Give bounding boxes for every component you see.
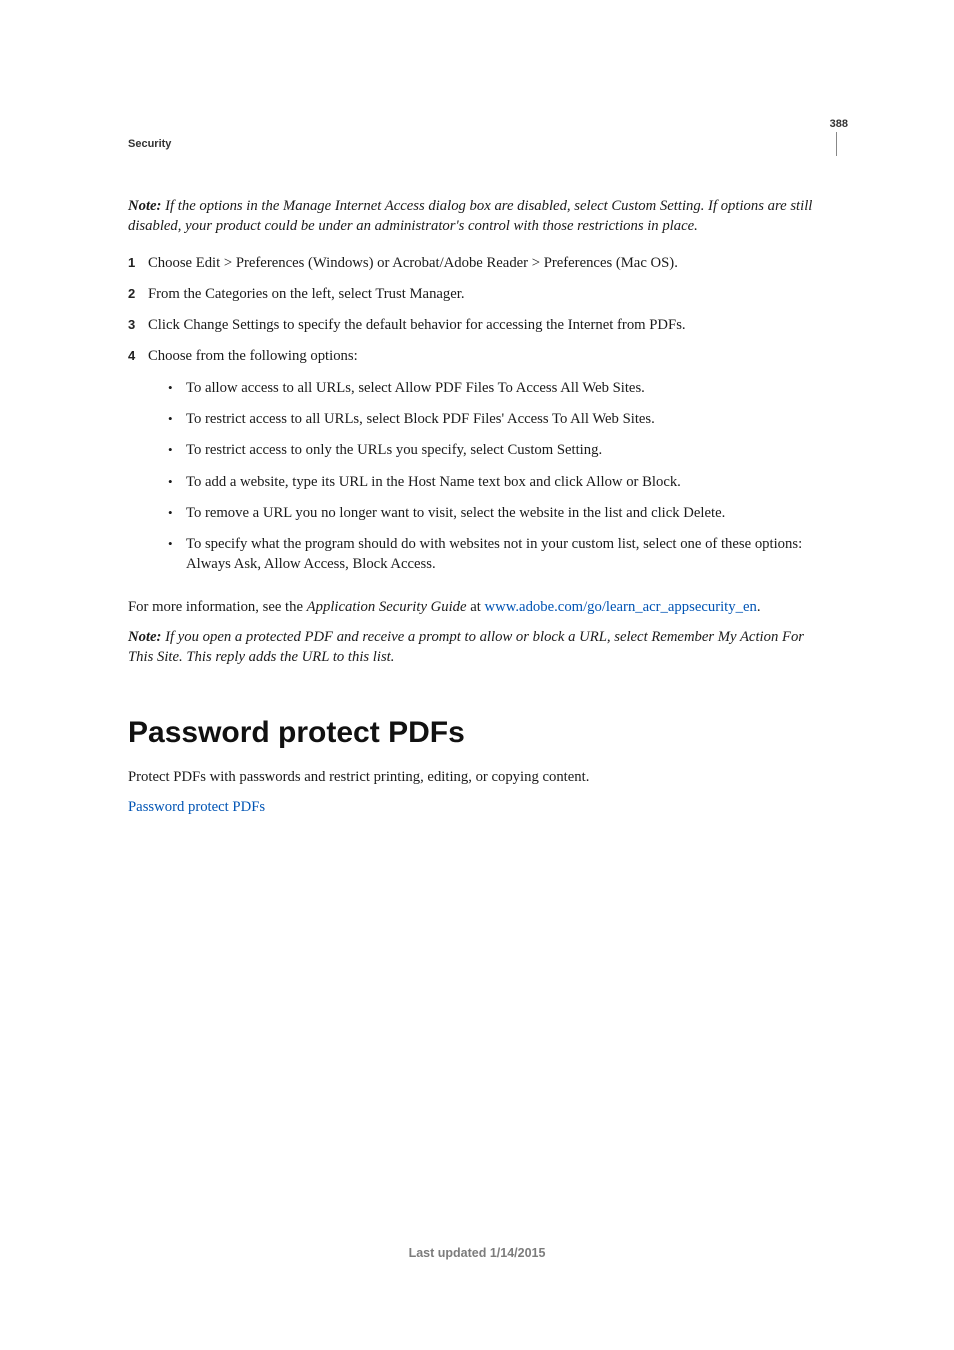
steps-list: 1 Choose Edit > Preferences (Windows) or… — [128, 253, 823, 586]
closing-note: Note: If you open a protected PDF and re… — [128, 627, 823, 668]
note-lead: Note: — [128, 629, 161, 645]
page-content: Note: If the options in the Manage Inter… — [128, 196, 823, 827]
list-item: To specify what the program should do wi… — [168, 534, 823, 575]
more-info-mid: at — [467, 599, 485, 615]
app-security-link[interactable]: www.adobe.com/go/learn_acr_appsecurity_e… — [485, 599, 757, 615]
note-body: If the options in the Manage Internet Ac… — [128, 198, 812, 234]
step-item: 4 Choose from the following options: To … — [128, 346, 823, 585]
step-number: 3 — [128, 315, 148, 335]
options-list: To allow access to all URLs, select Allo… — [148, 378, 823, 575]
step-item: 1 Choose Edit > Preferences (Windows) or… — [128, 253, 823, 273]
list-item: To add a website, type its URL in the Ho… — [168, 472, 823, 492]
page-number: 388 — [830, 118, 848, 130]
list-item: To allow access to all URLs, select Allo… — [168, 378, 823, 398]
list-item: To restrict access to only the URLs you … — [168, 440, 823, 460]
step-number: 2 — [128, 284, 148, 304]
step-item: 2 From the Categories on the left, selec… — [128, 284, 823, 304]
running-header: Security — [128, 138, 171, 150]
list-item: To restrict access to all URLs, select B… — [168, 409, 823, 429]
step-number: 4 — [128, 346, 148, 366]
more-info-post: . — [757, 599, 761, 615]
more-info-italic: Application Security Guide — [307, 599, 467, 615]
step-item: 3 Click Change Settings to specify the d… — [128, 315, 823, 335]
intro-note: Note: If the options in the Manage Inter… — [128, 196, 823, 237]
step-text: From the Categories on the left, select … — [148, 284, 823, 304]
password-protect-link[interactable]: Password protect PDFs — [128, 799, 265, 815]
step-text: Choose from the following options: To al… — [148, 346, 823, 585]
section-heading: Password protect PDFs — [128, 712, 823, 753]
footer-updated: Last updated 1/14/2015 — [0, 1246, 954, 1260]
more-info-line: For more information, see the Applicatio… — [128, 597, 823, 617]
note-body: If you open a protected PDF and receive … — [128, 629, 804, 665]
step-text: Click Change Settings to specify the def… — [148, 315, 823, 335]
more-info-pre: For more information, see the — [128, 599, 307, 615]
step-text: Choose Edit > Preferences (Windows) or A… — [148, 253, 823, 273]
step-text-inner: Choose from the following options: — [148, 348, 358, 364]
list-item: To remove a URL you no longer want to vi… — [168, 503, 823, 523]
step-number: 1 — [128, 253, 148, 273]
note-lead: Note: — [128, 198, 161, 214]
section-intro: Protect PDFs with passwords and restrict… — [128, 767, 823, 787]
header-divider — [836, 132, 837, 156]
